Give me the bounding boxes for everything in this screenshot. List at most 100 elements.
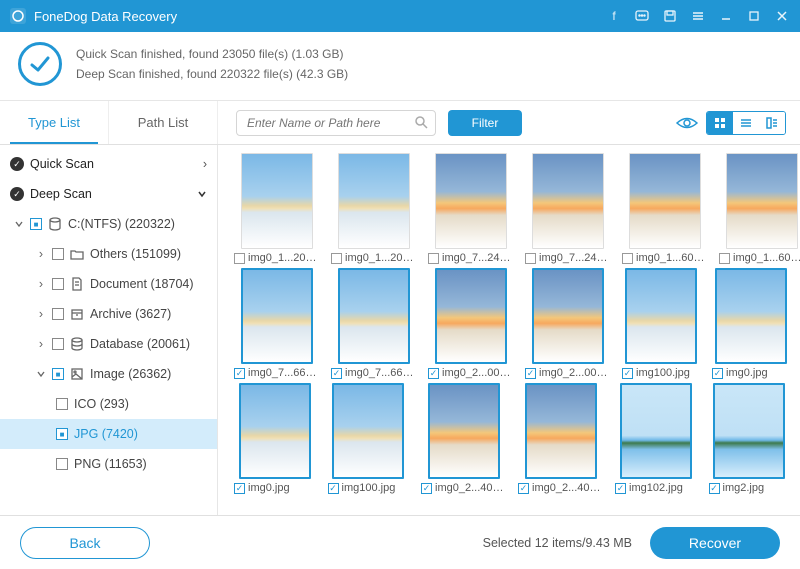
menu-icon[interactable]	[690, 8, 706, 24]
checkbox[interactable]	[30, 218, 42, 230]
search-wrap	[236, 110, 436, 136]
label: Quick Scan	[30, 157, 94, 171]
checkbox[interactable]	[56, 428, 68, 440]
close-icon[interactable]	[774, 8, 790, 24]
thumbnail[interactable]	[435, 268, 507, 364]
thumbnail[interactable]	[525, 383, 597, 479]
filename: img0_1...60.jpg	[733, 252, 800, 264]
back-button[interactable]: Back	[20, 527, 150, 559]
thumbnail[interactable]	[532, 153, 604, 249]
checkbox[interactable]	[234, 483, 245, 494]
thumbnail[interactable]	[239, 383, 311, 479]
checkbox[interactable]	[615, 483, 626, 494]
thumbnail[interactable]	[435, 153, 507, 249]
thumbnail[interactable]	[713, 383, 785, 479]
checkbox[interactable]	[328, 483, 339, 494]
tab-path-list[interactable]: Path List	[109, 101, 218, 144]
sidebar-item-document[interactable]: › Document (18704)	[0, 269, 217, 299]
checkbox[interactable]	[622, 368, 633, 379]
thumbnail[interactable]	[620, 383, 692, 479]
save-icon[interactable]	[662, 8, 678, 24]
checkbox[interactable]	[52, 308, 64, 320]
filename: img0_2...40.jpg	[532, 482, 603, 494]
toolbar: Type List Path List Filter	[0, 101, 800, 145]
filename: img0_7...24.jpg	[442, 252, 513, 264]
label: Image (26362)	[90, 367, 171, 381]
sidebar-item-jpg[interactable]: JPG (7420)	[0, 419, 217, 449]
footer: Back Selected 12 items/9.43 MB Recover	[0, 515, 800, 569]
thumbnail[interactable]	[629, 153, 701, 249]
filename: img100.jpg	[636, 367, 690, 379]
checkbox[interactable]	[525, 368, 536, 379]
label: Document (18704)	[90, 277, 194, 291]
thumbnail[interactable]	[428, 383, 500, 479]
thumbnail[interactable]	[241, 153, 313, 249]
checkbox[interactable]	[428, 368, 439, 379]
sidebar-item-deep-scan[interactable]: ✓ Deep Scan	[0, 179, 217, 209]
filename: img102.jpg	[629, 482, 683, 494]
thumbnail[interactable]	[625, 268, 697, 364]
checkbox[interactable]	[331, 253, 342, 264]
sidebar-item-image[interactable]: Image (26362)	[0, 359, 217, 389]
checkbox[interactable]	[331, 368, 342, 379]
thumbnail[interactable]	[726, 153, 798, 249]
checkbox[interactable]	[234, 253, 245, 264]
bullet-icon: ✓	[10, 157, 24, 171]
checkbox[interactable]	[52, 338, 64, 350]
list-tabs: Type List Path List	[0, 101, 218, 144]
checkbox[interactable]	[52, 368, 64, 380]
selection-summary: Selected 12 items/9.43 MB	[483, 536, 632, 550]
checkbox[interactable]	[56, 398, 68, 410]
checkbox[interactable]	[622, 253, 633, 264]
deep-scan-status: Deep Scan finished, found 220322 file(s)…	[76, 64, 348, 84]
checkbox[interactable]	[52, 278, 64, 290]
chevron-down-icon	[14, 220, 24, 228]
checkbox[interactable]	[719, 253, 730, 264]
thumbnail[interactable]	[332, 383, 404, 479]
thumbnail[interactable]	[338, 153, 410, 249]
search-icon[interactable]	[414, 115, 428, 129]
view-detail-button[interactable]	[759, 112, 785, 134]
search-input[interactable]	[236, 110, 436, 136]
database-icon	[70, 337, 84, 351]
maximize-icon[interactable]	[746, 8, 762, 24]
preview-icon[interactable]	[676, 116, 698, 130]
view-grid-button[interactable]	[707, 112, 733, 134]
filename: img0_1...60.jpg	[636, 252, 707, 264]
checkbox[interactable]	[56, 458, 68, 470]
checkbox[interactable]	[234, 368, 245, 379]
checkbox[interactable]	[518, 483, 529, 494]
label: Deep Scan	[30, 187, 92, 201]
check-icon	[18, 42, 62, 86]
facebook-icon[interactable]: f	[606, 8, 622, 24]
sidebar-item-archive[interactable]: › Archive (3627)	[0, 299, 217, 329]
checkbox[interactable]	[428, 253, 439, 264]
checkbox[interactable]	[712, 368, 723, 379]
checkbox[interactable]	[421, 483, 432, 494]
sidebar-item-others[interactable]: › Others (151099)	[0, 239, 217, 269]
titlebar: FoneDog Data Recovery f	[0, 0, 800, 32]
feedback-icon[interactable]	[634, 8, 650, 24]
label: ICO (293)	[74, 397, 129, 411]
label: Database (20061)	[90, 337, 190, 351]
quick-scan-status: Quick Scan finished, found 23050 file(s)…	[76, 44, 348, 64]
filter-button[interactable]: Filter	[448, 110, 522, 136]
thumbnail[interactable]	[532, 268, 604, 364]
minimize-icon[interactable]	[718, 8, 734, 24]
sidebar-item-png[interactable]: PNG (11653)	[0, 449, 217, 479]
checkbox[interactable]	[52, 248, 64, 260]
tab-type-list[interactable]: Type List	[0, 101, 109, 144]
sidebar-item-ico[interactable]: ICO (293)	[0, 389, 217, 419]
filename: img0_7...66.jpg	[345, 367, 416, 379]
checkbox[interactable]	[709, 483, 720, 494]
checkbox[interactable]	[525, 253, 536, 264]
disk-icon	[48, 217, 62, 231]
thumbnail[interactable]	[338, 268, 410, 364]
view-list-button[interactable]	[733, 112, 759, 134]
thumbnail[interactable]	[241, 268, 313, 364]
sidebar-item-drive[interactable]: C:(NTFS) (220322)	[0, 209, 217, 239]
recover-button[interactable]: Recover	[650, 527, 780, 559]
sidebar-item-quick-scan[interactable]: ✓ Quick Scan ›	[0, 149, 217, 179]
thumbnail[interactable]	[715, 268, 787, 364]
sidebar-item-database[interactable]: › Database (20061)	[0, 329, 217, 359]
